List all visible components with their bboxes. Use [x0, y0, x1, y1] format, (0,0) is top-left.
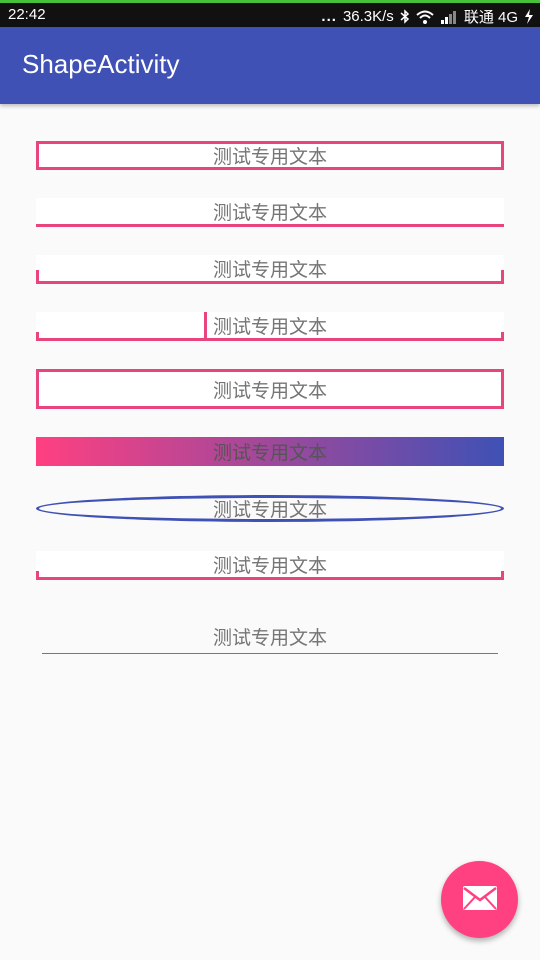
shape-bottom-border-short-ticks[interactable]: 测试专用文本 [36, 551, 504, 580]
charging-icon [524, 9, 534, 24]
wifi-icon [416, 10, 434, 24]
shape-oval[interactable]: 测试专用文本 [36, 494, 504, 523]
shape-label: 测试专用文本 [212, 499, 327, 521]
signal-icon [440, 10, 458, 24]
shape-label: 测试专用文本 [212, 258, 327, 281]
shape-label: 测试专用文本 [212, 442, 327, 464]
edit-text-value: 测试专用文本 [212, 627, 327, 649]
shape-gradient[interactable]: 测试专用文本 [36, 437, 504, 466]
status-right: ... 36.3K/s 联通 4G [321, 6, 534, 27]
shape-label: 测试专用文本 [212, 146, 327, 168]
mail-fab-button[interactable] [441, 861, 518, 938]
status-dots: ... [321, 8, 337, 25]
shape-label: 测试专用文本 [212, 201, 327, 224]
shape-full-border-tall[interactable]: 测试专用文本 [36, 369, 504, 409]
shape-full-border[interactable]: 测试专用文本 [36, 141, 504, 170]
carrier-label: 联通 4G [463, 9, 518, 26]
mail-icon [462, 885, 497, 914]
status-time: 22:42 [8, 6, 46, 23]
status-bar: 22:42 ... 36.3K/s 联通 4G [0, 3, 540, 27]
shape-label: 测试专用文本 [212, 554, 327, 577]
shape-edit-with-cursor[interactable]: 测试专用文本 [36, 312, 504, 341]
text-cursor [204, 312, 207, 338]
shape-label: 测试专用文本 [212, 315, 327, 338]
edit-text-field[interactable]: 测试专用文本 [42, 620, 498, 654]
shape-bottom-border-ticks[interactable]: 测试专用文本 [36, 255, 504, 284]
shape-bottom-border[interactable]: 测试专用文本 [36, 198, 504, 227]
app-bar: ShapeActivity [0, 27, 540, 104]
network-speed: 36.3K/s [342, 8, 394, 25]
shape-label: 测试专用文本 [212, 379, 327, 402]
page-title: ShapeActivity [22, 49, 180, 79]
bluetooth-icon [400, 9, 410, 24]
